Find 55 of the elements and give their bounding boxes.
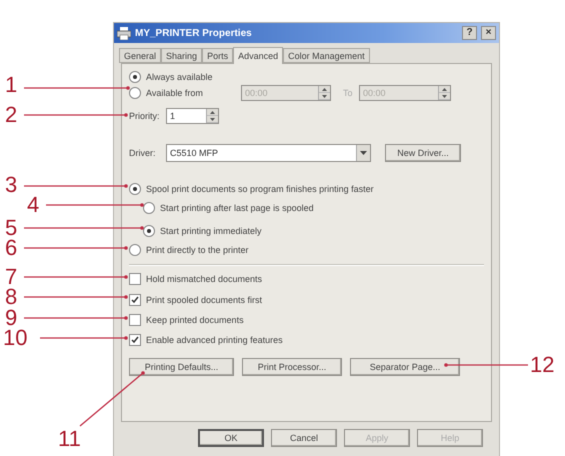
help-button[interactable]: ? (462, 26, 477, 40)
radio-button[interactable] (129, 71, 141, 83)
caret-icon (360, 151, 367, 155)
priority-field[interactable]: 1 (166, 108, 219, 124)
callout-number: 5 (5, 217, 18, 239)
option-label: Available from (146, 88, 204, 98)
option-label: Start printing immediately (160, 226, 262, 236)
callout-number: 6 (5, 237, 18, 259)
radio-button[interactable] (129, 87, 141, 99)
checkbox[interactable] (129, 334, 141, 346)
callout-number: 4 (27, 194, 40, 216)
callout-number: 1 (5, 74, 18, 96)
tab[interactable]: Ports (202, 48, 234, 63)
callout-number: 11 (58, 428, 81, 450)
radio-button[interactable] (129, 183, 141, 195)
to-label: To (343, 88, 354, 98)
option-label: Print directly to the printer (146, 245, 249, 255)
new-driver-button[interactable]: New Driver... (385, 144, 461, 162)
option-label: Spool print documents so program finishes printing faster (146, 184, 374, 194)
close-button[interactable]: × (481, 26, 496, 40)
callout-number: 8 (5, 286, 18, 308)
checkbox[interactable] (129, 273, 141, 285)
tab[interactable]: General (119, 48, 162, 63)
callout-number: 2 (5, 104, 18, 126)
tab[interactable]: Sharing (161, 48, 202, 63)
driver-label: Driver: (129, 148, 156, 158)
dialog-button[interactable]: Printing Defaults... (129, 358, 234, 376)
checkbox[interactable] (129, 294, 141, 306)
printer-icon (117, 26, 131, 40)
option-label: Print spooled documents first (146, 295, 262, 305)
callout-number: 3 (5, 174, 18, 196)
driver-dropdown[interactable]: C5510 MFP (166, 144, 371, 162)
tab[interactable]: Color Management (283, 48, 370, 63)
dialog-button[interactable]: Separator Page... (350, 358, 460, 376)
option-label: Hold mismatched documents (146, 274, 262, 284)
option-label: Enable advanced printing features (146, 335, 283, 345)
leader-line (80, 371, 145, 426)
radio-button[interactable] (143, 202, 155, 214)
spin-buttons[interactable] (206, 109, 218, 123)
dialog-button[interactable]: Print Processor... (242, 358, 342, 376)
callout-number: 10 (3, 327, 28, 349)
option-label: Start printing after last page is spooled (160, 203, 314, 213)
checkbox[interactable] (129, 314, 141, 326)
callout-number: 9 (5, 307, 18, 329)
priority-label: Priority: (129, 111, 161, 121)
dialog-button[interactable]: Cancel (271, 429, 337, 447)
radio-button[interactable] (129, 244, 141, 256)
callout-number: 7 (5, 266, 18, 288)
dialog-button[interactable]: OK (198, 429, 264, 447)
option-label: Keep printed documents (146, 315, 244, 325)
option-label: Always available (146, 72, 214, 82)
window-title: MY_PRINTER Properties (135, 28, 253, 38)
callout-number: 12 (530, 354, 554, 376)
radio-button[interactable] (143, 225, 155, 237)
tab[interactable]: Advanced (233, 47, 284, 64)
